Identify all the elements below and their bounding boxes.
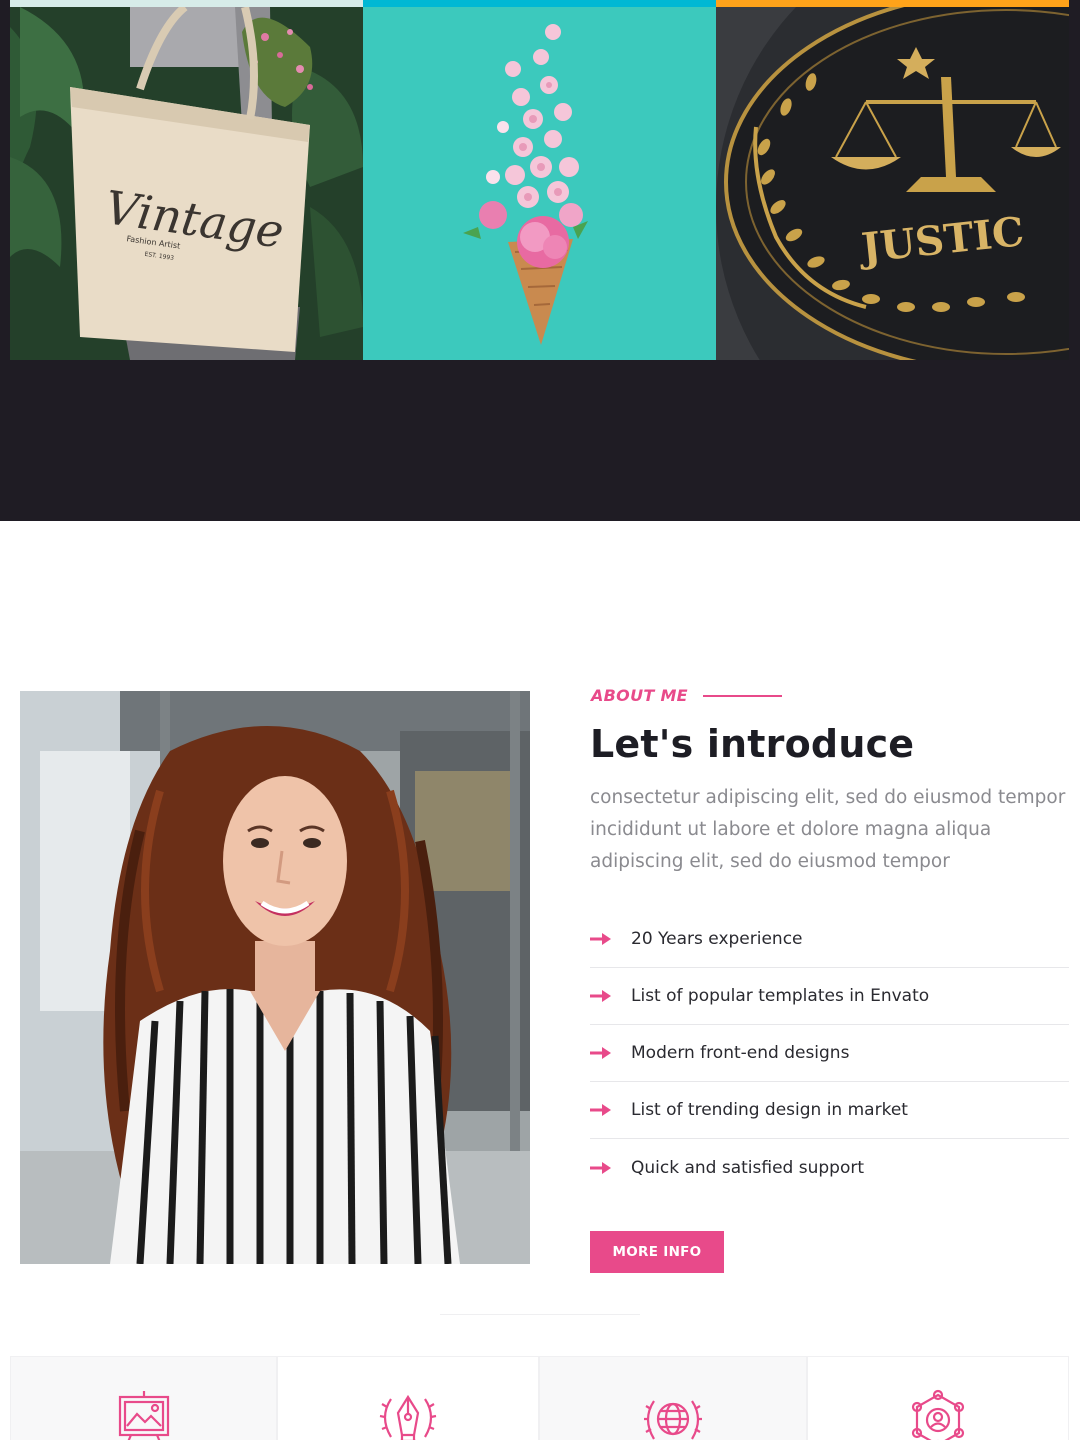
feature-item: Quick and satisfied support bbox=[590, 1139, 1069, 1196]
feature-label: Quick and satisfied support bbox=[631, 1157, 865, 1178]
about-kicker: ABOUT ME bbox=[591, 686, 688, 705]
portrait-image bbox=[20, 691, 530, 1264]
more-info-button[interactable]: MORE INFO bbox=[590, 1231, 724, 1273]
arrow-right-icon bbox=[590, 990, 611, 1002]
kicker-divider-line bbox=[703, 695, 782, 697]
easel-picture-icon bbox=[118, 1391, 169, 1440]
feature-label: List of trending design in market bbox=[631, 1100, 908, 1120]
service-card-network[interactable] bbox=[807, 1356, 1069, 1440]
portfolio-item-vintage-bag[interactable]: Vintage Fashion Artist EST. 1993 bbox=[10, 7, 363, 360]
flower-cone-image bbox=[363, 7, 716, 360]
portfolio-item-justice-emblem[interactable]: JUSTIC bbox=[716, 7, 1069, 360]
tile-top-strip-2 bbox=[363, 0, 716, 7]
justice-emblem-image: JUSTIC bbox=[716, 7, 1069, 360]
feature-item: Modern front-end designs bbox=[590, 1025, 1069, 1082]
about-portrait bbox=[20, 691, 530, 1264]
user-network-icon bbox=[911, 1389, 965, 1440]
portfolio-item-flower-cone[interactable] bbox=[363, 7, 716, 360]
tile-top-strip-1 bbox=[10, 0, 363, 7]
feature-label: List of popular templates in Envato bbox=[631, 986, 930, 1006]
feature-list: 20 Years experience List of popular temp… bbox=[590, 911, 1069, 1196]
tile-top-strip-3 bbox=[716, 0, 1069, 7]
feature-item: 20 Years experience bbox=[590, 911, 1069, 968]
service-card-branding[interactable] bbox=[277, 1356, 539, 1440]
vintage-bag-image: Vintage Fashion Artist EST. 1993 bbox=[10, 7, 363, 360]
arrow-right-icon bbox=[590, 1104, 611, 1116]
arrow-right-icon bbox=[590, 1047, 611, 1059]
service-card-design[interactable] bbox=[10, 1356, 277, 1440]
portfolio-section: Vintage Fashion Artist EST. 1993 JUSTIC bbox=[0, 0, 1080, 521]
feature-item: List of popular templates in Envato bbox=[590, 968, 1069, 1025]
arrow-right-icon bbox=[590, 1161, 611, 1174]
globe-laurel-icon bbox=[644, 1400, 702, 1440]
feature-label: 20 Years experience bbox=[631, 929, 803, 949]
arrow-right-icon bbox=[590, 933, 611, 945]
section-separator bbox=[440, 1314, 640, 1315]
feature-label: Modern front-end designs bbox=[631, 1043, 850, 1063]
pen-nib-laurel-icon bbox=[379, 1394, 437, 1440]
about-title: Let's introduce bbox=[590, 722, 915, 766]
feature-item: List of trending design in market bbox=[590, 1082, 1069, 1139]
service-card-web[interactable] bbox=[539, 1356, 807, 1440]
about-description: consectetur adipiscing elit, sed do eius… bbox=[590, 787, 1066, 872]
